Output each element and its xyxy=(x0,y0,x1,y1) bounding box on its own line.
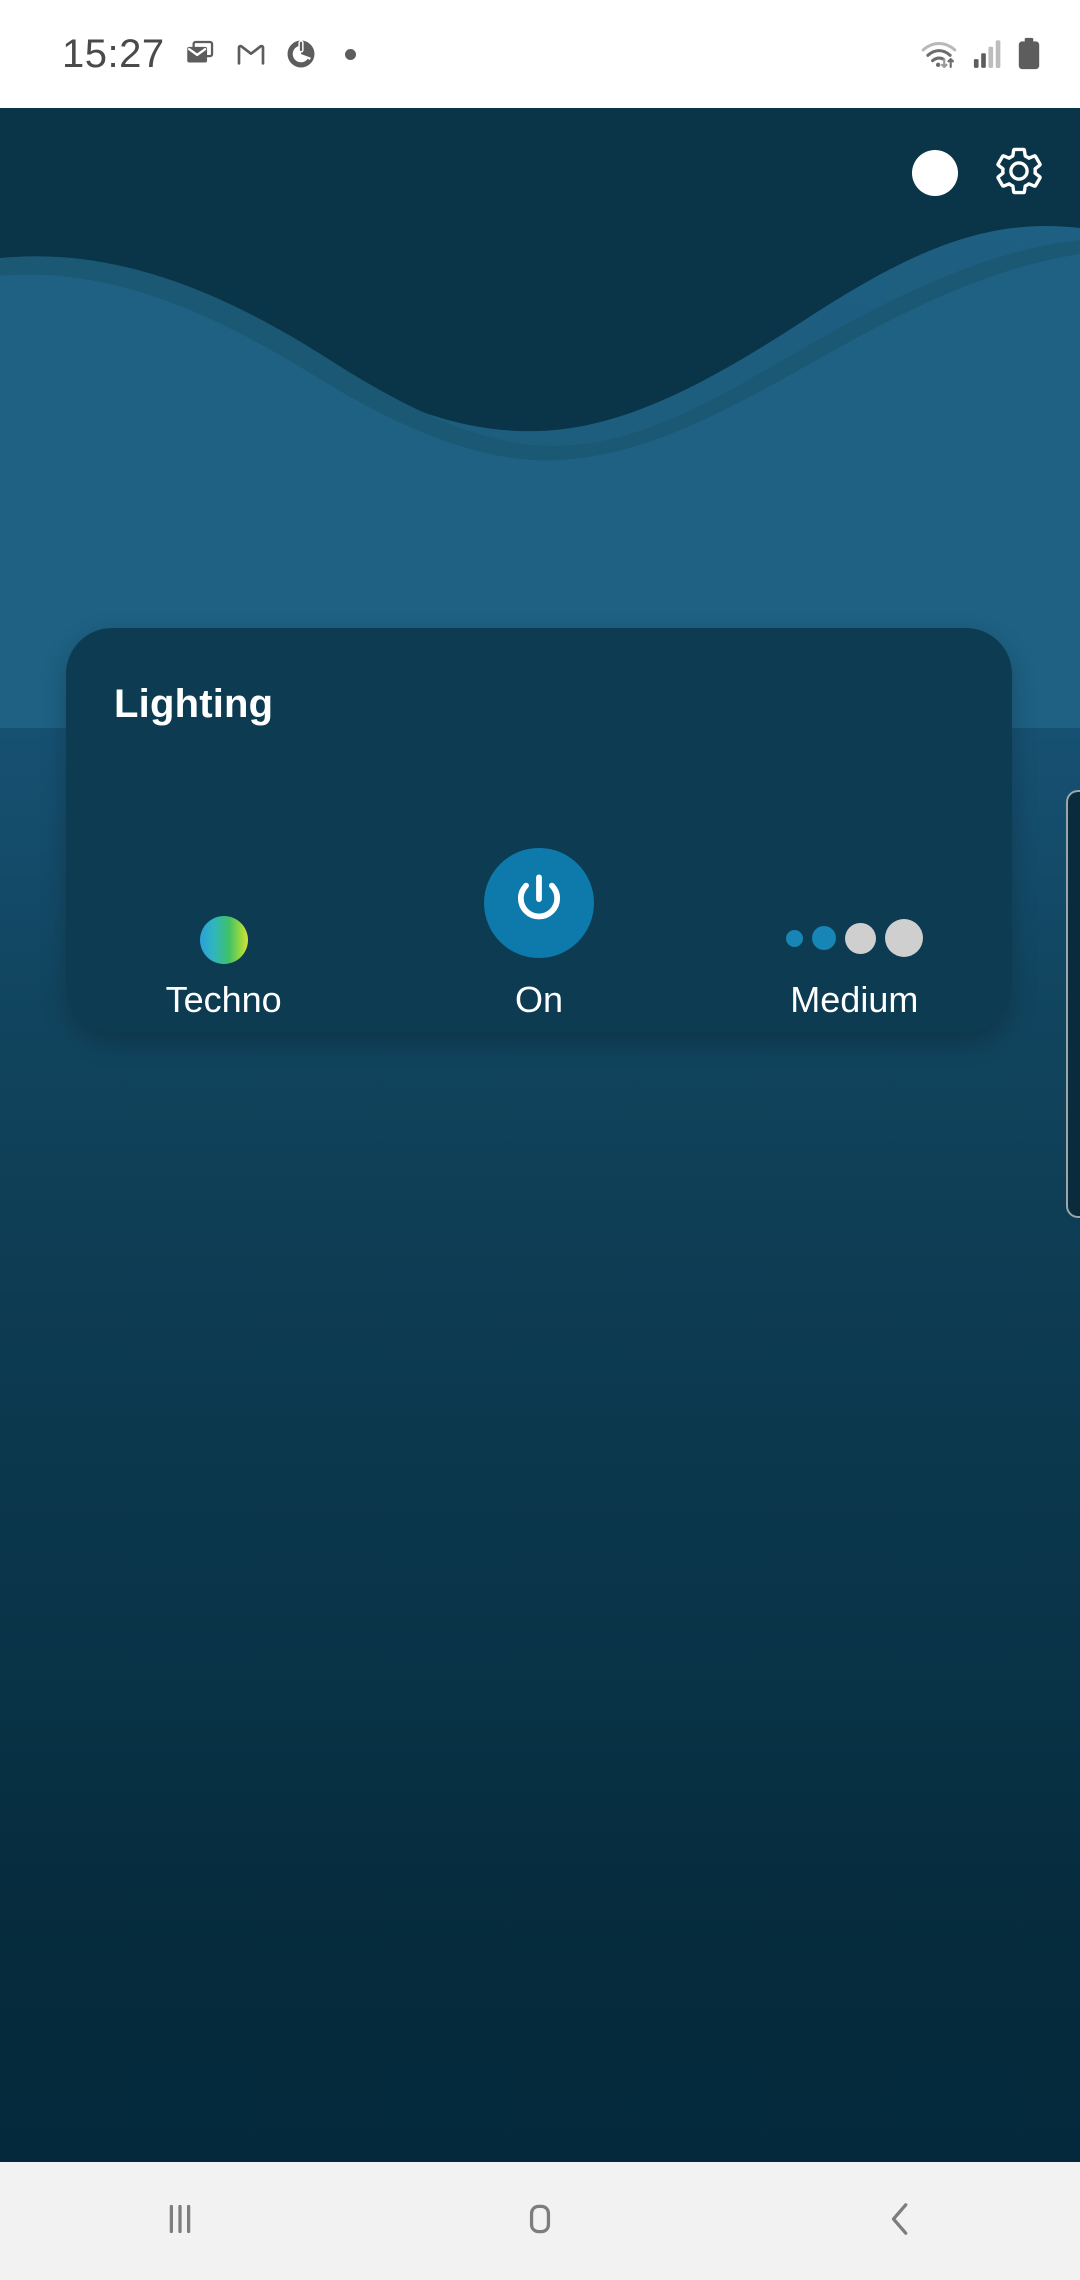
brightness-label: Medium xyxy=(790,979,919,1020)
battery-saver-icon xyxy=(285,38,317,70)
status-clock: 15:27 xyxy=(62,32,165,76)
battery-icon xyxy=(1016,37,1042,71)
power-label: On xyxy=(514,979,563,1020)
connection-indicator-icon[interactable] xyxy=(912,150,958,196)
settings-button[interactable] xyxy=(992,146,1046,200)
notification-dot-icon xyxy=(344,48,356,60)
wifi-icon xyxy=(920,37,958,71)
status-bar: 15:27 xyxy=(0,0,1080,108)
color-effect-icon[interactable] xyxy=(199,916,248,964)
recents-button[interactable] xyxy=(0,2162,360,2280)
power-icon xyxy=(506,868,572,939)
brightness-dot-4[interactable] xyxy=(884,919,923,957)
back-button[interactable] xyxy=(720,2162,1080,2280)
email-icon xyxy=(183,37,217,71)
home-button[interactable] xyxy=(360,2162,720,2280)
vertical-scrollbar[interactable] xyxy=(1066,790,1080,1218)
effect-label: Techno xyxy=(165,979,282,1020)
power-control[interactable]: On xyxy=(381,848,696,1018)
status-bar-left: 15:27 xyxy=(62,34,356,74)
brightness-dot-2[interactable] xyxy=(811,926,836,950)
brightness-dot-3[interactable] xyxy=(844,922,876,954)
recents-icon xyxy=(157,2196,203,2247)
card-controls-row: Techno On Medium xyxy=(66,788,1012,1018)
lighting-device-card[interactable]: Lighting Techno On Medium xyxy=(66,628,1012,1032)
android-navigation-bar xyxy=(0,2162,1080,2280)
phone-screen: 15:27 Lighting Techno On Medium xyxy=(0,0,1080,2280)
brightness-dot-1[interactable] xyxy=(785,929,803,947)
brightness-control[interactable]: Medium xyxy=(697,912,1012,1018)
background-wave-decoration xyxy=(0,108,1080,2162)
gmail-icon xyxy=(235,38,267,70)
gear-icon xyxy=(992,144,1046,203)
cellular-signal-icon xyxy=(972,38,1002,70)
status-bar-right xyxy=(920,37,1042,71)
back-icon xyxy=(877,2196,923,2247)
power-button[interactable] xyxy=(483,848,594,958)
brightness-level-indicator[interactable] xyxy=(785,912,923,964)
top-controls xyxy=(912,146,1046,200)
home-icon xyxy=(517,2196,563,2247)
card-title: Lighting xyxy=(114,682,274,726)
effect-control[interactable]: Techno xyxy=(66,916,381,1018)
